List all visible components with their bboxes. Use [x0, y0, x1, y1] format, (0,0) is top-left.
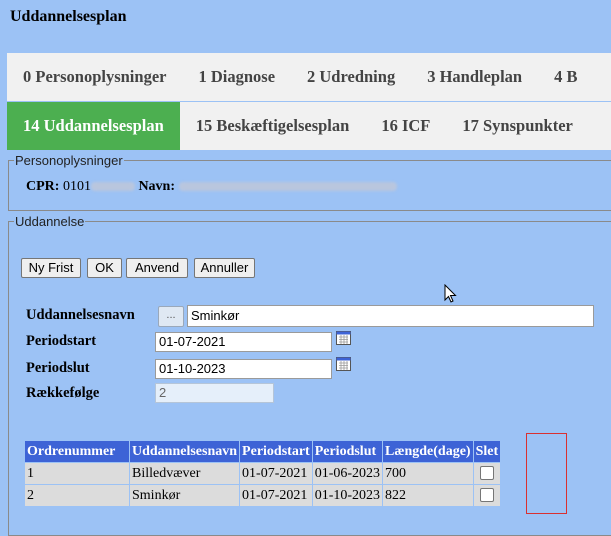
tab-synspunkter[interactable]: 17 Synspunkter — [446, 102, 589, 150]
cell-order: 2 — [24, 484, 130, 507]
education-name-input[interactable]: Sminkør — [187, 305, 594, 327]
cpr-redacted — [90, 182, 135, 192]
cell-delete — [472, 462, 502, 485]
tab-handleplan[interactable]: 3 Handleplan — [411, 53, 538, 101]
cell-start: 01-07-2021 — [239, 462, 313, 485]
education-legend: Uddannelse — [15, 214, 85, 229]
education-name-label: Uddannelsesnavn — [26, 307, 135, 323]
education-table: Ordrenummer Uddannelsesnavn Periodstart … — [24, 440, 502, 507]
apply-button[interactable]: Anvend — [126, 258, 188, 278]
calendar-icon[interactable] — [336, 357, 351, 371]
col-slet: Slet — [472, 440, 502, 463]
cell-order: 1 — [24, 462, 130, 485]
tab-next-truncated[interactable]: 4 B — [538, 53, 593, 101]
period-start-input[interactable]: 01-07-2021 — [155, 332, 332, 352]
cell-start: 01-07-2021 — [239, 484, 313, 507]
tab-beskaeftigelsesplan[interactable]: 15 Beskæftigelsesplan — [180, 102, 366, 150]
tab-bar-row-2: 14 Uddannelsesplan 15 Beskæftigelsesplan 1… — [7, 102, 611, 150]
col-uddannelsesnavn: Uddannelsesnavn — [128, 440, 241, 463]
tab-bar-row-1: 0 Personoplysninger 1 Diagnose 2 Udredning… — [7, 53, 611, 101]
cell-end: 01-06-2023 — [311, 462, 384, 485]
col-laengde: Længde(dage) — [382, 440, 474, 463]
tab-icf[interactable]: 16 ICF — [365, 102, 446, 150]
person-legend: Personoplysninger — [15, 153, 123, 168]
delete-column-highlight — [526, 433, 567, 514]
tab-uddannelsesplan[interactable]: 14 Uddannelsesplan — [7, 102, 180, 150]
page-title: Uddannelsesplan — [10, 8, 127, 25]
cell-name: Sminkør — [128, 484, 241, 507]
cell-delete — [472, 484, 502, 507]
period-end-input[interactable]: 01-10-2023 — [155, 359, 332, 379]
person-info-line: CPR: 0101 Navn: — [26, 179, 397, 195]
cell-length: 700 — [382, 462, 474, 485]
cell-name: Billedvæver — [128, 462, 241, 485]
name-redacted — [178, 182, 397, 192]
order-input: 2 — [155, 383, 274, 403]
ok-button[interactable]: OK — [87, 258, 122, 278]
cpr-value: 0101 — [62, 179, 91, 194]
tab-udredning[interactable]: 2 Udredning — [291, 53, 411, 101]
period-start-label: Periodstart — [26, 333, 97, 349]
cancel-button[interactable]: Annuller — [194, 258, 255, 278]
col-periodstart: Periodstart — [239, 440, 313, 463]
cpr-label: CPR: — [26, 179, 60, 194]
table-row[interactable]: 1 Billedvæver 01-07-2021 01-06-2023 700 — [24, 462, 502, 485]
new-deadline-button[interactable]: Ny Frist — [21, 258, 81, 278]
col-ordrenummer: Ordrenummer — [24, 440, 130, 463]
period-end-label: Periodslut — [26, 360, 90, 376]
calendar-icon[interactable] — [336, 331, 351, 345]
cell-end: 01-10-2023 — [311, 484, 384, 507]
name-label: Navn: — [138, 179, 175, 194]
col-periodslut: Periodslut — [311, 440, 384, 463]
table-header-row: Ordrenummer Uddannelsesnavn Periodstart … — [24, 440, 502, 463]
lookup-button[interactable]: ... — [158, 306, 184, 327]
delete-checkbox[interactable] — [479, 488, 494, 503]
order-label: Rækkefølge — [26, 385, 100, 401]
table-row[interactable]: 2 Sminkør 01-07-2021 01-10-2023 822 — [24, 484, 502, 507]
delete-checkbox[interactable] — [479, 466, 494, 481]
cell-length: 822 — [382, 484, 474, 507]
tab-diagnose[interactable]: 1 Diagnose — [182, 53, 291, 101]
tab-personoplysninger[interactable]: 0 Personoplysninger — [7, 53, 182, 101]
